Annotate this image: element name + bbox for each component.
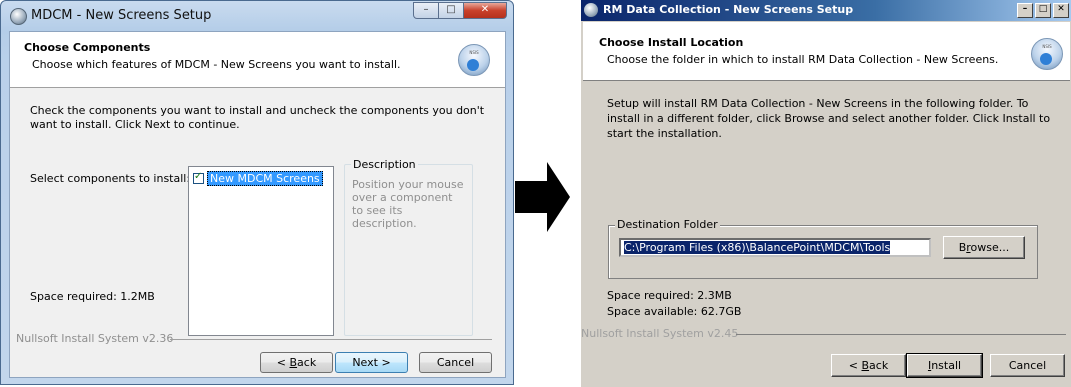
components-list[interactable]: New MDCM Screens bbox=[188, 166, 334, 336]
minimize-button[interactable]: – bbox=[413, 2, 439, 19]
select-components-label: Select components to install: bbox=[30, 172, 191, 185]
space-available: Space available: 62.7GB bbox=[607, 305, 742, 318]
dialog-header: Choose Install Location Choose the folde… bbox=[583, 22, 1070, 81]
space-required: Space required: 1.2MB bbox=[30, 290, 155, 303]
install-rest: nstall bbox=[931, 359, 962, 372]
header-title: Choose Install Location bbox=[599, 36, 744, 49]
window-title: MDCM - New Screens Setup bbox=[31, 8, 212, 23]
destination-path-input[interactable]: C:\Program Files (x86)\BalancePoint\MDCM… bbox=[619, 238, 931, 257]
installer-globe-icon bbox=[10, 8, 27, 25]
destination-path-value[interactable]: C:\Program Files (x86)\BalancePoint\MDCM… bbox=[624, 241, 891, 254]
header-subtitle: Choose the folder in which to install RM… bbox=[607, 53, 999, 66]
dialog-client-area: Choose Components Choose which features … bbox=[9, 31, 506, 378]
back-button[interactable]: < Back bbox=[831, 354, 906, 377]
nsis-branding: Nullsoft Install System v2.45 bbox=[581, 327, 739, 340]
destination-folder-group: Destination Folder C:\Program Files (x86… bbox=[608, 218, 1038, 279]
description-legend: Description bbox=[351, 158, 418, 171]
nsis-branding: Nullsoft Install System v2.36 bbox=[16, 332, 174, 345]
back-rest: ack bbox=[869, 359, 889, 372]
header-subtitle: Choose which features of MDCM - New Scre… bbox=[32, 58, 401, 71]
window-title: RM Data Collection - New Screens Setup bbox=[603, 3, 854, 16]
close-button[interactable]: ✕ bbox=[463, 2, 507, 19]
instructions-text: Check the components you want to install… bbox=[30, 104, 485, 131]
back-accel: B bbox=[861, 359, 870, 372]
back-button[interactable]: < Back bbox=[260, 352, 333, 373]
browse-button[interactable]: Browse... bbox=[943, 236, 1025, 259]
nsis-logo-icon: NSIS bbox=[1031, 38, 1063, 70]
nsis-logo-text: NSIS bbox=[469, 50, 479, 55]
back-prefix: < bbox=[276, 356, 290, 369]
back-rest: ack bbox=[297, 356, 317, 369]
install-button[interactable]: Install bbox=[906, 353, 983, 378]
list-item[interactable]: New MDCM Screens bbox=[193, 171, 323, 186]
destination-legend: Destination Folder bbox=[615, 218, 720, 231]
right-arrow-icon bbox=[515, 162, 570, 232]
back-accel: B bbox=[289, 356, 298, 369]
header-title: Choose Components bbox=[24, 41, 151, 54]
description-text: Position your mouse over a component to … bbox=[352, 178, 464, 230]
caption-buttons: – □ ✕ bbox=[1015, 3, 1069, 18]
nsis-logo-text: NSIS bbox=[1042, 44, 1052, 49]
maximize-button[interactable]: □ bbox=[1035, 3, 1051, 18]
maximize-button[interactable]: □ bbox=[438, 2, 464, 19]
component-checkbox[interactable] bbox=[193, 171, 204, 184]
instructions-text: Setup will install RM Data Collection - … bbox=[607, 97, 1051, 140]
minimize-button[interactable]: – bbox=[1017, 3, 1033, 18]
branding-divider bbox=[170, 339, 492, 340]
caption-buttons: – □ ✕ bbox=[413, 2, 507, 19]
description-group: Description Position your mouse over a c… bbox=[344, 158, 473, 336]
next-button[interactable]: Next > bbox=[335, 352, 408, 373]
right-installer-window: RM Data Collection - New Screens Setup –… bbox=[580, 0, 1071, 387]
installer-globe-icon bbox=[584, 3, 598, 17]
back-prefix: < bbox=[848, 359, 862, 372]
close-button[interactable]: ✕ bbox=[1053, 3, 1069, 18]
space-required: Space required: 2.3MB bbox=[607, 289, 732, 302]
left-installer-window: MDCM - New Screens Setup – □ ✕ Choose Co… bbox=[0, 0, 514, 385]
branding-divider bbox=[736, 334, 1066, 335]
cancel-button[interactable]: Cancel bbox=[419, 352, 492, 373]
component-label[interactable]: New MDCM Screens bbox=[207, 171, 323, 186]
browse-rest: owse... bbox=[970, 241, 1010, 254]
cancel-button[interactable]: Cancel bbox=[990, 354, 1065, 377]
title-bar: RM Data Collection - New Screens Setup –… bbox=[581, 0, 1071, 21]
dialog-header: Choose Components Choose which features … bbox=[10, 32, 505, 88]
nsis-logo-icon: NSIS bbox=[458, 44, 490, 76]
